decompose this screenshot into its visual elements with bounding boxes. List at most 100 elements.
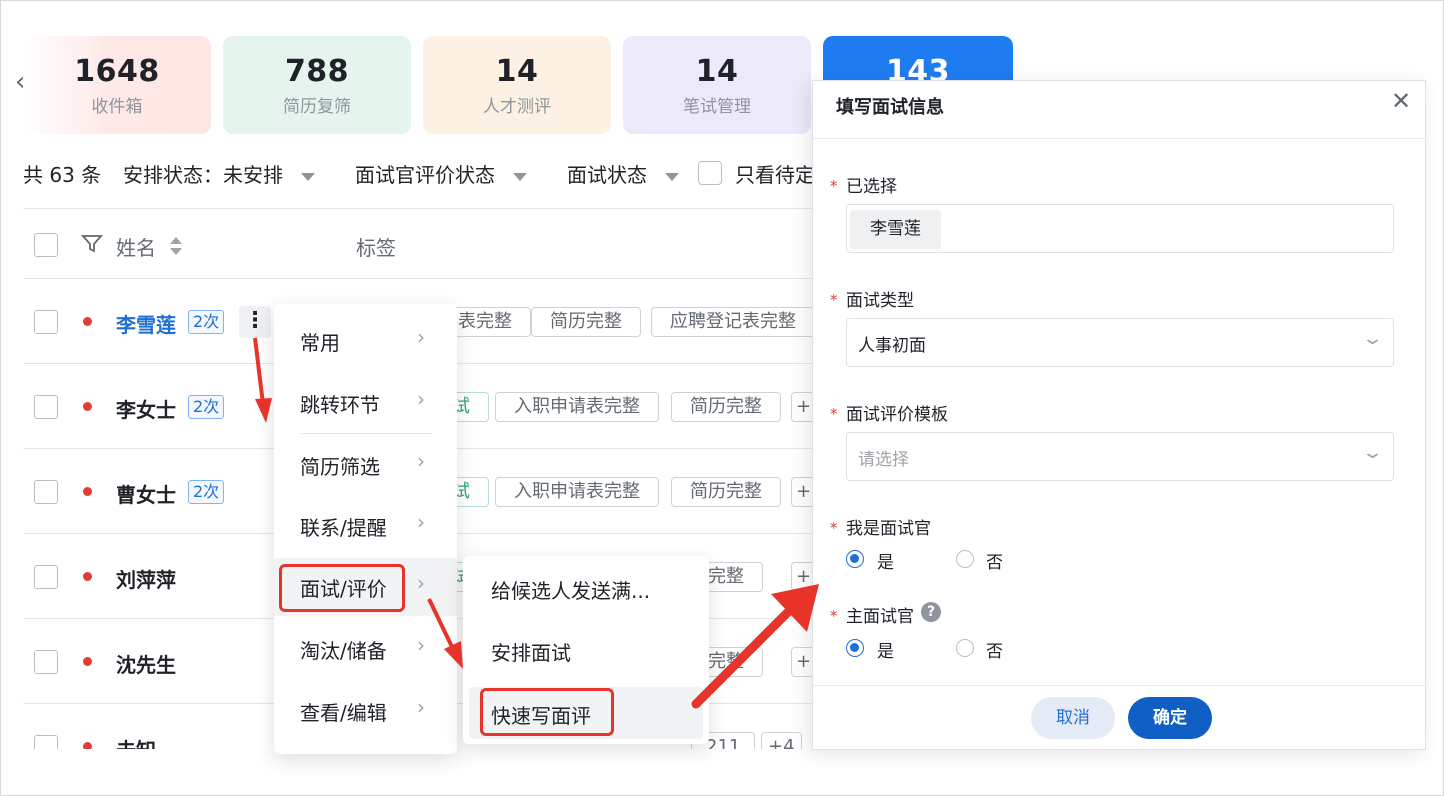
annotation-arrowhead [255, 398, 272, 423]
divider [813, 685, 1425, 686]
tag: 简历完整 [671, 477, 781, 507]
chevron-right-icon: › [417, 387, 425, 411]
stat-card-written-test[interactable]: 14 笔试管理 [623, 36, 811, 134]
candidate-name[interactable]: 曹女士 [116, 479, 176, 508]
status-dot [83, 402, 92, 411]
stat-value: 14 [495, 54, 539, 89]
stat-value: 14 [695, 54, 739, 89]
radio-no[interactable] [956, 639, 974, 657]
arrange-status-filter[interactable]: 安排状态：未安排 [123, 159, 316, 188]
menu-item-label: 常用 [300, 331, 340, 355]
menu-item-label: 淘汰/储备 [300, 639, 387, 663]
count-badge: 2次 [188, 395, 225, 419]
interview-info-dialog: 填写面试信息 ✕ * 已选择 李雪莲 * 面试类型 人事初面 ⌄ * 面试评价模… [812, 80, 1426, 750]
select-all-checkbox[interactable] [34, 233, 58, 257]
radio-label: 是 [877, 642, 894, 662]
divider [813, 138, 1425, 139]
arrange-status-label: 安排状态：未安排 [123, 163, 283, 187]
divider [23, 208, 823, 209]
row-checkbox[interactable] [34, 310, 58, 334]
radio-no[interactable] [956, 550, 974, 568]
candidate-chip: 李雪莲 [850, 210, 941, 249]
radio-label: 否 [986, 642, 1003, 662]
field-label: 我是面试官 [846, 519, 931, 539]
selected-candidates-field[interactable]: 李雪莲 [846, 204, 1394, 253]
close-icon[interactable]: ✕ [1391, 87, 1411, 115]
evaluator-status-label: 面试官评价状态 [355, 163, 495, 187]
highlight-box [279, 564, 405, 612]
caret-down-icon [665, 172, 680, 181]
interview-status-filter[interactable]: 面试状态 [567, 159, 680, 188]
evaluation-template-select[interactable]: 请选择 ⌄ [846, 432, 1394, 481]
tag: 简历完整 [671, 392, 781, 422]
required-asterisk: * [830, 607, 838, 625]
row-checkbox[interactable] [34, 565, 58, 589]
menu-item-view-edit[interactable]: 查看/编辑 › [274, 682, 457, 740]
candidate-name[interactable]: 沈先生 [116, 649, 176, 678]
caret-down-icon [301, 172, 316, 181]
chevron-right-icon: › [417, 325, 425, 349]
select-value: 人事初面 [858, 336, 926, 356]
confirm-button[interactable]: 确定 [1128, 697, 1212, 739]
row-checkbox[interactable] [34, 650, 58, 674]
status-dot [83, 572, 92, 581]
menu-item-label: 查看/编辑 [300, 701, 387, 725]
cancel-button[interactable]: 取消 [1031, 697, 1115, 739]
help-icon[interactable]: ? [921, 602, 941, 622]
row-checkbox[interactable] [34, 480, 58, 504]
candidate-name[interactable]: 李雪莲 [116, 309, 176, 338]
radio-label: 是 [877, 553, 894, 573]
divider [23, 278, 823, 279]
chevron-right-icon: › [417, 695, 425, 719]
more-actions-button[interactable]: ⋮ [239, 306, 271, 338]
status-dot [83, 317, 92, 326]
menu-item-label: 跳转环节 [300, 393, 380, 417]
field-label: 面试类型 [846, 291, 914, 311]
menu-item-jump-stage[interactable]: 跳转环节 › [274, 374, 457, 432]
submenu-item-send-survey[interactable]: 给候选人发送满... [469, 562, 703, 614]
field-label: 主面试官 [846, 607, 914, 627]
submenu-item-schedule-interview[interactable]: 安排面试 [469, 624, 703, 676]
highlight-box [480, 688, 614, 736]
total-count: 共 63 条 [23, 163, 102, 187]
menu-item-contact-remind[interactable]: 联系/提醒 › [274, 497, 457, 555]
bottom-mask [1, 749, 812, 795]
column-header-name[interactable]: 姓名 [116, 232, 156, 261]
chevron-down-icon: ⌄ [1361, 328, 1384, 349]
only-pending-checkbox[interactable] [698, 161, 722, 185]
chevron-right-icon: › [417, 449, 425, 473]
candidate-name[interactable]: 李女士 [116, 394, 176, 423]
menu-item-eliminate-reserve[interactable]: 淘汰/储备 › [274, 620, 457, 678]
tag: 应聘登记表完整 [651, 307, 815, 337]
chevron-right-icon: › [417, 571, 425, 595]
count-badge: 2次 [188, 480, 225, 504]
stat-card-inbox[interactable]: 1648 收件箱 [23, 36, 211, 134]
stat-label: 笔试管理 [683, 97, 751, 117]
stat-card-resume-review[interactable]: 788 简历复筛 [223, 36, 411, 134]
field-label: 已选择 [846, 177, 897, 197]
chevron-right-icon: › [417, 510, 425, 534]
interview-type-select[interactable]: 人事初面 ⌄ [846, 318, 1394, 367]
menu-item-common[interactable]: 常用 › [274, 312, 457, 370]
stat-label: 收件箱 [91, 97, 143, 117]
required-asterisk: * [830, 519, 838, 537]
stat-label: 简历复筛 [283, 97, 351, 117]
stat-card-assessment[interactable]: 14 人才测评 [423, 36, 611, 134]
stat-value: 1648 [74, 54, 160, 89]
row-checkbox[interactable] [34, 395, 58, 419]
radio-label: 否 [986, 553, 1003, 573]
tag: 入职申请表完整 [495, 477, 659, 507]
column-header-tags: 标签 [356, 236, 396, 260]
candidate-name[interactable]: 刘萍萍 [116, 564, 176, 593]
sort-icon[interactable] [169, 235, 183, 261]
menu-divider [300, 433, 432, 434]
caret-down-icon [513, 172, 528, 181]
required-asterisk: * [830, 177, 838, 195]
menu-item-label: 简历筛选 [300, 455, 380, 479]
radio-yes[interactable] [846, 550, 864, 568]
filter-funnel-icon[interactable] [81, 234, 103, 259]
menu-item-resume-screening[interactable]: 简历筛选 › [274, 436, 457, 494]
radio-yes[interactable] [846, 639, 864, 657]
evaluator-status-filter[interactable]: 面试官评价状态 [355, 159, 528, 188]
menu-item-label: 联系/提醒 [300, 516, 387, 540]
